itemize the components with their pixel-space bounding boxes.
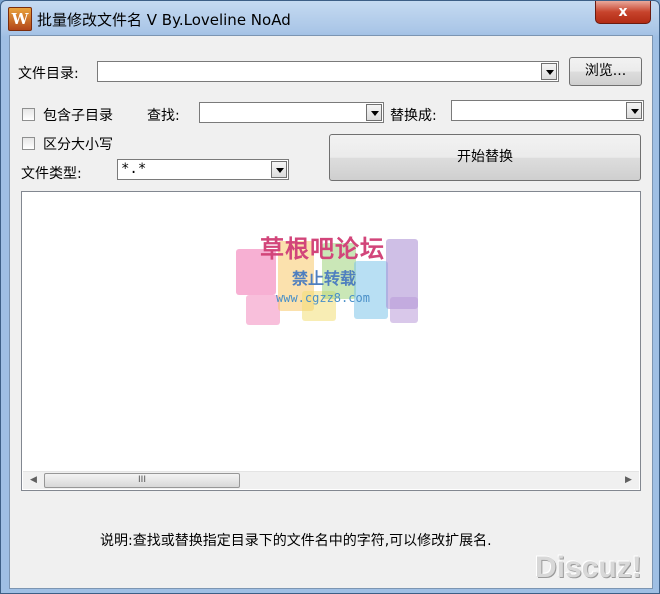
watermark-url: www.cgzz8.com bbox=[276, 291, 370, 305]
app-icon: W bbox=[8, 7, 32, 31]
case-label: 区分大小写 bbox=[43, 137, 113, 153]
replace-dropdown-icon[interactable] bbox=[626, 102, 642, 119]
replace-combo[interactable] bbox=[451, 100, 644, 121]
case-checkbox[interactable] bbox=[22, 137, 35, 150]
watermark-title: 草根吧论坛 bbox=[260, 235, 385, 263]
browse-button[interactable]: 浏览... bbox=[569, 57, 642, 86]
subdir-checkbox[interactable] bbox=[22, 108, 35, 121]
find-dropdown-icon[interactable] bbox=[366, 104, 382, 121]
title-bar[interactable]: W 批量修改文件名 V By.Loveline NoAd x bbox=[1, 1, 659, 35]
replace-label: 替换成: bbox=[390, 108, 437, 124]
type-combo[interactable]: *.* bbox=[117, 159, 289, 180]
dir-label: 文件目录: bbox=[18, 66, 79, 82]
watermark-logo: 草根吧论坛 禁止转载 www.cgzz8.com bbox=[226, 211, 426, 331]
dir-dropdown-icon[interactable] bbox=[541, 63, 557, 80]
app-window: W 批量修改文件名 V By.Loveline NoAd x 文件目录: 浏览.… bbox=[0, 0, 660, 594]
close-button[interactable]: x bbox=[595, 1, 651, 24]
help-note: 说明:查找或替换指定目录下的文件名中的字符,可以修改扩展名. bbox=[100, 533, 492, 549]
type-label: 文件类型: bbox=[21, 166, 82, 182]
dir-combo[interactable] bbox=[97, 61, 559, 82]
watermark-subtitle: 禁止转载 bbox=[292, 269, 357, 288]
discuz-watermark: Discuz! bbox=[535, 551, 642, 584]
scroll-left-icon[interactable]: ◀ bbox=[25, 472, 42, 489]
horizontal-scrollbar[interactable]: ◀ III ▶ bbox=[23, 471, 639, 489]
start-replace-button[interactable]: 开始替换 bbox=[329, 134, 641, 181]
window-title: 批量修改文件名 V By.Loveline NoAd bbox=[37, 11, 291, 29]
subdir-label: 包含子目录 bbox=[43, 108, 113, 124]
type-value: *.* bbox=[121, 161, 147, 177]
find-label: 查找: bbox=[147, 108, 180, 124]
find-combo[interactable] bbox=[199, 102, 384, 123]
scroll-thumb[interactable]: III bbox=[44, 473, 240, 488]
scroll-right-icon[interactable]: ▶ bbox=[620, 472, 637, 489]
type-dropdown-icon[interactable] bbox=[271, 161, 287, 178]
